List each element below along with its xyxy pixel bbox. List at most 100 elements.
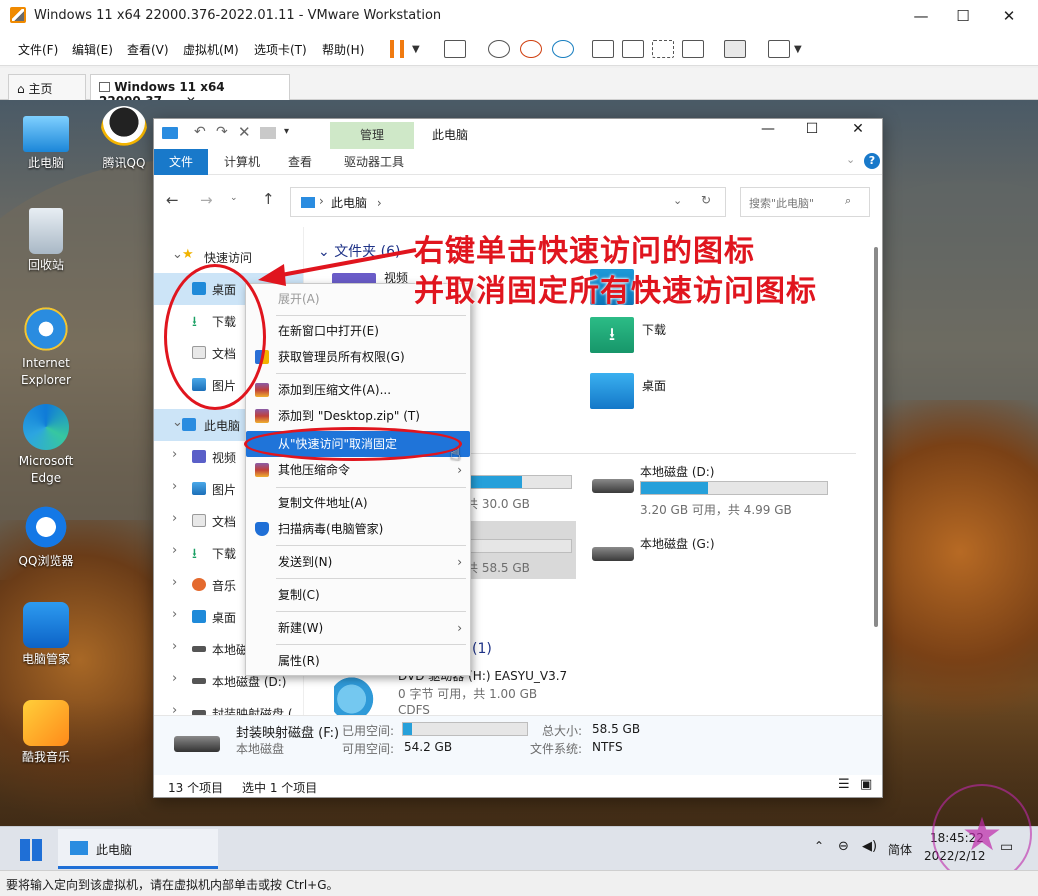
maximize-button[interactable]: ☐	[940, 0, 986, 32]
drive-item-d[interactable]: 本地磁盘 (D:) 3.20 GB 可用，共 4.99 GB	[588, 463, 858, 523]
desktop-icon-label: QQ浏览器	[18, 554, 74, 568]
menu-item-label: 复制(C)	[278, 588, 320, 602]
menu-item-label: 添加到压缩文件(A)...	[278, 383, 392, 397]
send-ctrl-alt-del-icon[interactable]	[444, 40, 466, 58]
thumbnail-bar-icon[interactable]	[622, 40, 644, 58]
folder-item-desktop[interactable]: 桌面	[586, 373, 746, 417]
archive-icon	[255, 463, 269, 477]
details-view-icon[interactable]: ☰	[838, 777, 850, 792]
desktop-icon-kuwo[interactable]: 酷我音乐	[6, 700, 86, 766]
tab-file[interactable]: 文件	[154, 149, 208, 175]
undo-icon[interactable]: ↶	[194, 124, 206, 140]
menu-edit[interactable]: 编辑(E)	[72, 41, 113, 58]
revert-snapshot-icon[interactable]	[520, 40, 542, 58]
search-input[interactable]: 搜索"此电脑" ⌕	[740, 187, 870, 217]
close-button[interactable]: ✕	[986, 0, 1032, 32]
menu-item-take-ownership[interactable]: 获取管理员所有权限(G)	[246, 344, 470, 370]
large-icons-view-icon[interactable]: ▣	[860, 777, 872, 792]
sidebar-toggle-icon[interactable]	[592, 40, 614, 58]
quick-access-toolbar-dropdown[interactable]: ▾	[284, 126, 289, 137]
menu-view[interactable]: 查看(V)	[127, 41, 169, 58]
menu-item-new[interactable]: 新建(W) ›	[246, 615, 470, 641]
item-count: 13 个项目	[168, 781, 224, 795]
minimize-button[interactable]: —	[750, 121, 786, 137]
menu-item-copy[interactable]: 复制(C)	[246, 582, 470, 608]
nav-pc-mapped-disk[interactable]: › 封装映射磁盘 (	[154, 697, 303, 715]
menu-separator	[276, 373, 466, 374]
desktop-icon-internet-explorer[interactable]: Internet Explorer	[6, 306, 86, 389]
maximize-button[interactable]: ☐	[794, 121, 830, 137]
menu-item-open-new-window[interactable]: 在新窗口中打开(E)	[246, 318, 470, 344]
tab-manage[interactable]: 管理	[330, 122, 414, 149]
tab-drive-tools[interactable]: 驱动器工具	[344, 153, 404, 170]
expand-ribbon-icon[interactable]: ⌄	[846, 153, 855, 166]
tab-home-label: 主页	[28, 82, 53, 96]
folder-item-downloads[interactable]: ⭳ 下载	[586, 317, 746, 361]
close-button[interactable]: ✕	[840, 121, 876, 137]
nav-label: 文档	[212, 515, 237, 529]
snapshot-disabled-icon[interactable]	[488, 40, 510, 58]
desktop-icon-pc-manager[interactable]: 电脑管家	[6, 602, 86, 668]
back-icon[interactable]: ←	[166, 191, 179, 209]
monitor-icon	[182, 418, 196, 431]
recent-locations-icon[interactable]: ⌄	[230, 193, 238, 203]
menu-item-add-to-archive[interactable]: 添加到压缩文件(A)...	[246, 377, 470, 403]
tab-view[interactable]: 查看	[288, 153, 312, 170]
vmware-logo-icon	[10, 7, 26, 23]
ime-indicator[interactable]: 简体	[888, 841, 912, 858]
menu-item-scan-virus[interactable]: 扫描病毒(电脑管家)	[246, 516, 470, 542]
desktop-icon-this-pc[interactable]: 此电脑	[6, 110, 86, 172]
menu-separator	[276, 578, 466, 579]
forward-icon[interactable]: →	[200, 191, 213, 209]
taskbar-button-this-pc[interactable]: 此电脑	[58, 829, 218, 869]
vmware-tabbar: ⌂ 主页 Windows 11 x64 22000.37... ✕	[0, 68, 1038, 108]
console-view-icon[interactable]	[724, 40, 746, 58]
menu-item-properties[interactable]: 属性(R)	[246, 648, 470, 674]
menu-item-add-to-desktop-zip[interactable]: 添加到 "Desktop.zip" (T)	[246, 403, 470, 429]
details-total-label: 总大小:	[542, 724, 583, 738]
explorer-title: 此电脑	[432, 128, 469, 142]
minimize-button[interactable]: —	[898, 0, 944, 32]
pause-icon[interactable]	[390, 40, 404, 58]
chevron-up-icon[interactable]: ⌃	[814, 839, 824, 853]
address-dropdown-icon[interactable]: ⌄	[673, 194, 682, 207]
menu-vm[interactable]: 虚拟机(M)	[183, 41, 239, 58]
desktop-icon-qq[interactable]: 腾讯QQ	[84, 106, 164, 172]
desktop-icon-recycle-bin[interactable]: 回收站	[6, 208, 86, 274]
redo-icon[interactable]: ↷	[216, 124, 228, 140]
vm-icon	[99, 82, 110, 92]
full-screen-icon[interactable]	[652, 40, 674, 58]
menu-item-send-to[interactable]: 发送到(N) ›	[246, 549, 470, 575]
drive-item-g[interactable]: 本地磁盘 (G:)	[588, 531, 858, 571]
desktop-icon-edge[interactable]: Microsoft Edge	[6, 404, 86, 487]
devices-group-header-fragment: (1)	[472, 641, 492, 657]
scrollbar[interactable]	[874, 247, 878, 627]
snapshot-manager-icon[interactable]	[552, 40, 574, 58]
address-bar[interactable]: › 此电脑 › ⌄ ↻	[290, 187, 726, 217]
help-icon[interactable]: ?	[864, 153, 880, 169]
tab-vm[interactable]: Windows 11 x64 22000.37... ✕	[90, 74, 290, 108]
dropdown-arrow-icon[interactable]: ▼	[794, 44, 802, 55]
delete-icon[interactable]: ✕	[238, 123, 251, 141]
menu-tabs[interactable]: 选项卡(T)	[254, 41, 307, 58]
refresh-icon[interactable]: ↻	[701, 193, 711, 207]
menu-file[interactable]: 文件(F)	[18, 41, 58, 58]
stretch-view-icon[interactable]	[768, 40, 790, 58]
folder-icon[interactable]	[260, 127, 276, 139]
dropdown-arrow-icon[interactable]: ▼	[412, 44, 420, 55]
volume-icon[interactable]: ◀)	[862, 839, 877, 854]
up-icon[interactable]: ↑	[262, 190, 275, 208]
menu-item-copy-file-path[interactable]: 复制文件地址(A)	[246, 490, 470, 516]
chevron-right-icon: ›	[172, 447, 178, 462]
network-icon[interactable]: ⊖	[838, 839, 849, 854]
tab-home[interactable]: ⌂ 主页	[8, 74, 86, 100]
menu-item-label: 获取管理员所有权限(G)	[278, 350, 405, 364]
start-icon[interactable]	[20, 839, 42, 861]
desktop-icon-qq-browser[interactable]: QQ浏览器	[6, 504, 86, 570]
tab-computer[interactable]: 计算机	[224, 153, 260, 170]
menu-help[interactable]: 帮助(H)	[322, 41, 364, 58]
chevron-right-icon: ›	[172, 607, 178, 622]
annotation-arrow	[258, 248, 417, 286]
windows-taskbar: 此电脑 ⌃ ⊖ ◀) 简体 18:45:22 2022/2/12 ▭	[0, 826, 1038, 870]
unity-icon[interactable]	[682, 40, 704, 58]
